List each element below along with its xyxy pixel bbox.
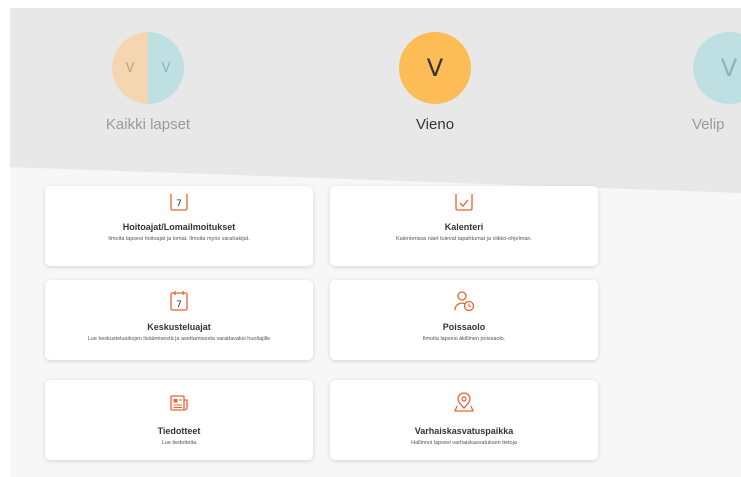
avatar-veli-initial: V	[720, 54, 738, 82]
child-tab-all[interactable]: V V Kaikki lapset	[58, 32, 238, 133]
card-poissaolo[interactable]: Poissaolo Ilmoita lapsesi äkillinen pois…	[330, 280, 598, 360]
card-hoitoajat[interactable]: 7 Hoitoajat/Lomailmoitukset Ilmoita laps…	[45, 186, 313, 266]
calendar-check-icon	[455, 194, 473, 211]
card-hoitoajat-desc: Ilmoita lapsesi hoitoajat ja lomat. Ilmo…	[108, 236, 250, 242]
avatar-veli: V	[693, 32, 741, 104]
card-kalenteri-desc: Kalenterissa näet tulevat tapahtumat ja …	[395, 236, 533, 242]
child-tab-veli-label: Velip	[692, 116, 725, 133]
person-clock-icon	[454, 291, 475, 312]
child-tab-veli[interactable]: V Velip	[640, 32, 741, 133]
newspaper-icon	[170, 395, 188, 411]
card-varhaiskasvatuspaikka-title: Varhaiskasvatuspaikka	[414, 426, 514, 436]
card-tiedotteet[interactable]: Tiedotteet Lue tiedotteita	[45, 380, 313, 460]
card-kalenteri[interactable]: Kalenteri Kalenterissa näet tulevat tapa…	[330, 186, 598, 266]
card-keskusteluajat-title: Keskusteluajat	[147, 322, 211, 332]
calendar-7-icon: 7	[170, 291, 188, 311]
card-varhaiskasvatuspaikka-desc: Hallinnoi lapsesi varhaiskasvatuksen tie…	[411, 440, 517, 446]
card-tiedotteet-desc: Lue tiedotteita	[161, 440, 197, 446]
svg-text:7: 7	[176, 300, 182, 310]
card-poissaolo-desc: Ilmoita lapsesi äkillinen poissaolo.	[422, 336, 506, 342]
card-tiedotteet-title: Tiedotteet	[157, 426, 201, 436]
card-hoitoajat-title: Hoitoajat/Lomailmoitukset	[122, 222, 236, 232]
card-varhaiskasvatuspaikka[interactable]: Varhaiskasvatuspaikka Hallinnoi lapsesi …	[330, 380, 598, 460]
map-pin-icon	[454, 392, 474, 412]
card-poissaolo-title: Poissaolo	[442, 322, 486, 332]
calendar-7-icon: 7	[170, 194, 188, 211]
child-tab-all-label: Kaikki lapset	[105, 116, 191, 133]
svg-text:7: 7	[176, 199, 182, 209]
avatar-vieno-initial: V	[426, 54, 444, 82]
card-keskusteluajat[interactable]: 7 Keskusteluajat Lue keskusteluaikojen l…	[45, 280, 313, 360]
card-kalenteri-title: Kalenteri	[444, 222, 484, 232]
child-tab-vieno-label: Vieno	[415, 116, 455, 133]
avatar-initial-right: V	[161, 60, 171, 76]
card-keskusteluajat-desc: Lue keskusteluaikojen lisäämisestä ja as…	[87, 336, 271, 342]
avatar-vieno: V	[399, 32, 471, 104]
avatar-initial-left: V	[125, 60, 135, 76]
avatar-all: V V	[112, 32, 184, 104]
page: V V Kaikki lapset V Vieno V Velip 7 Hoit…	[10, 8, 741, 477]
child-tab-vieno[interactable]: V Vieno	[345, 32, 525, 133]
